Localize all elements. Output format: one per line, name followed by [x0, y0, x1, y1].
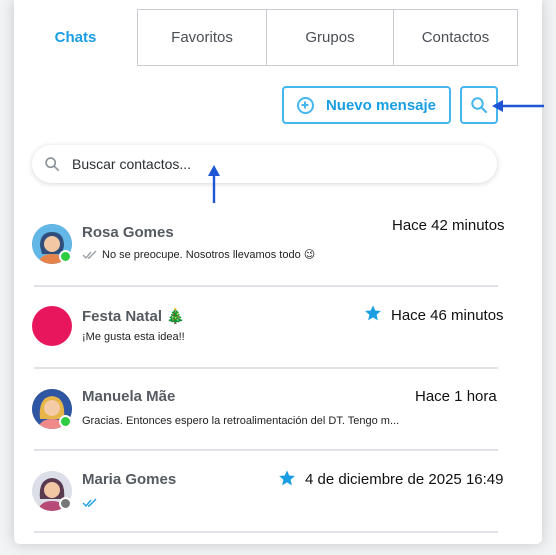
annotation-arrow-left — [492, 100, 544, 112]
chat-name: Maria Gomes — [82, 471, 177, 488]
tab-chats[interactable]: Chats — [14, 9, 137, 66]
search-bar — [32, 145, 497, 183]
plus-circle-icon — [296, 96, 314, 114]
new-message-label: Nuevo mensaje — [325, 96, 437, 114]
chat-item-rosa-gomes[interactable]: Rosa Gomes No se preocupe. Nosotros llev… — [28, 214, 505, 296]
tab-grupos[interactable]: Grupos — [266, 9, 393, 66]
online-status-dot — [59, 415, 72, 428]
chat-time: Hace 46 minutos — [391, 307, 504, 324]
chat-time: 4 de diciembre de 2025 16:49 — [305, 471, 504, 488]
chat-time: Hace 1 hora — [415, 388, 497, 405]
chat-name: Festa Natal 🎄 — [82, 308, 185, 325]
tab-favoritos[interactable]: Favoritos — [137, 9, 266, 66]
chat-item-festa-natal[interactable]: Festa Natal 🎄 ¡Me gusta esta idea!! Hace… — [28, 294, 504, 376]
chat-item-maria-gomes[interactable]: Maria Gomes 4 de diciembre de 2025 16:49 — [28, 458, 503, 540]
annotation-arrow-up — [208, 165, 220, 203]
star-icon[interactable] — [278, 469, 296, 487]
chat-preview: No se preocupe. Nosotros llevamos todo 😉 — [102, 249, 316, 261]
new-message-button[interactable]: Nuevo mensaje — [282, 86, 451, 124]
chat-panel: Chats Favoritos Grupos Contactos Nuevo m… — [14, 0, 542, 544]
online-status-dot — [59, 250, 72, 263]
tab-contactos[interactable]: Contactos — [393, 9, 518, 66]
divider — [34, 285, 498, 287]
search-input[interactable] — [72, 156, 472, 172]
star-icon[interactable] — [364, 304, 382, 322]
divider — [34, 367, 498, 369]
group-avatar — [32, 306, 72, 346]
chat-name: Manuela Mãe — [82, 388, 176, 405]
chat-item-manuela-mae[interactable]: Manuela Mãe Gracias. Entonces espero la … — [28, 376, 498, 458]
search-icon — [471, 97, 488, 114]
tab-bar: Chats Favoritos Grupos Contactos — [14, 9, 518, 66]
double-check-icon — [82, 250, 97, 260]
search-icon — [45, 157, 60, 172]
chat-time: Hace 42 minutos — [392, 217, 505, 234]
double-check-icon — [82, 498, 97, 508]
chat-name: Rosa Gomes — [82, 224, 174, 241]
chat-preview: ¡Me gusta esta idea!! — [82, 331, 185, 343]
offline-status-dot — [59, 497, 72, 510]
divider — [34, 531, 498, 533]
chat-preview: Gracias. Entonces espero la retroaliment… — [82, 415, 400, 427]
divider — [34, 449, 498, 451]
